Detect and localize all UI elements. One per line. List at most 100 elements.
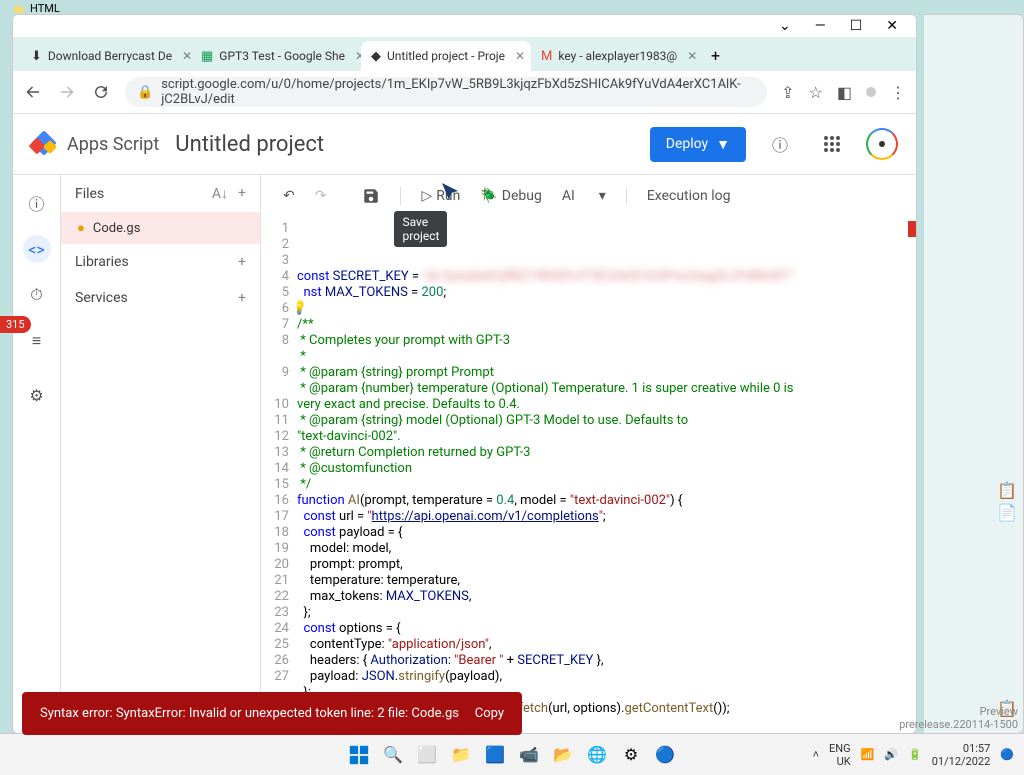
close-icon[interactable]: ✕ bbox=[687, 49, 697, 63]
volume-icon[interactable]: 🔊 bbox=[884, 748, 898, 761]
browser-actions: ⇪ ☆ ◧ ⋮ bbox=[781, 83, 906, 102]
menu-icon[interactable]: ⋮ bbox=[890, 83, 906, 102]
settings-icon[interactable]: ⚙ bbox=[23, 381, 51, 409]
url-input[interactable]: 🔒script.google.com/u/0/home/projects/1m_… bbox=[125, 77, 767, 107]
address-bar: 🔒script.google.com/u/0/home/projects/1m_… bbox=[13, 71, 916, 114]
profile-icon[interactable] bbox=[866, 87, 876, 97]
back-button[interactable] bbox=[23, 83, 43, 101]
tab-sheets[interactable]: ▦GPT3 Test - Google She✕ bbox=[191, 41, 361, 71]
chrome-icon[interactable]: 🔵 bbox=[651, 741, 679, 769]
reload-button[interactable] bbox=[91, 83, 111, 101]
apps-menu-icon[interactable] bbox=[814, 126, 850, 162]
bookmark-icon[interactable]: ☆ bbox=[809, 83, 823, 102]
close-icon[interactable]: ✕ bbox=[355, 49, 361, 63]
tab-strip: ⬇Download Berrycast De✕ ▦GPT3 Test - Goo… bbox=[13, 37, 916, 71]
steam-icon[interactable]: ⚙ bbox=[617, 741, 645, 769]
file-code-gs[interactable]: ● Code.gs bbox=[61, 212, 260, 244]
taskbar-right: ˄ ENGUK 📶 🔊 🔋 01:5701/12/2022 🔵 bbox=[813, 742, 1024, 768]
save-tooltip: Save project bbox=[394, 211, 447, 247]
app-header: Apps Script Untitled project Deploy▼ ⓘ bbox=[13, 114, 916, 174]
recorder-badge[interactable]: 315 bbox=[0, 316, 31, 333]
edge-icon[interactable]: 🌐 bbox=[583, 741, 611, 769]
window-maximize[interactable]: ☐ bbox=[850, 18, 863, 34]
file-status-icon: ● bbox=[77, 220, 85, 236]
caret-down-icon: ▼ bbox=[716, 136, 730, 153]
language-indicator[interactable]: ENGUK bbox=[829, 742, 851, 768]
project-title[interactable]: Untitled project bbox=[175, 132, 324, 157]
deploy-button[interactable]: Deploy▼ bbox=[650, 127, 746, 162]
download-icon: ⬇ bbox=[31, 48, 42, 64]
function-select[interactable]: AI▾ bbox=[554, 184, 614, 208]
sort-icon[interactable]: A↓ bbox=[212, 185, 228, 202]
undo-button[interactable]: ↶ bbox=[275, 184, 303, 208]
close-icon[interactable]: ✕ bbox=[182, 49, 191, 63]
overview-icon[interactable]: ⓘ bbox=[23, 189, 51, 217]
debug-button[interactable]: 🪲 Debug bbox=[472, 184, 550, 208]
camera-icon[interactable]: 📹 bbox=[515, 741, 543, 769]
new-tab-button[interactable]: + bbox=[701, 40, 730, 71]
account-avatar[interactable] bbox=[866, 128, 898, 160]
mini-icon: 📄 bbox=[997, 503, 1017, 522]
browser-window: ⌄ — ☐ ✕ ⬇Download Berrycast De✕ ▦GPT3 Te… bbox=[12, 14, 917, 734]
window-dropdown[interactable]: ⌄ bbox=[779, 18, 791, 34]
tab-berrycast[interactable]: ⬇Download Berrycast De✕ bbox=[21, 41, 191, 71]
extensions-icon[interactable]: ◧ bbox=[837, 83, 852, 102]
save-icon bbox=[362, 187, 380, 205]
clock[interactable]: 01:5701/12/2022 bbox=[932, 742, 991, 768]
wifi-icon[interactable]: 📶 bbox=[861, 748, 875, 761]
copy-error-button[interactable]: Copy bbox=[475, 706, 504, 721]
error-message: Syntax error: SyntaxError: Invalid or un… bbox=[40, 706, 459, 721]
editor-icon[interactable]: <> bbox=[23, 235, 51, 263]
task-view-button[interactable]: ⬜ bbox=[413, 741, 441, 769]
tray-chevron-icon[interactable]: ˄ bbox=[813, 748, 819, 761]
add-service-icon[interactable]: + bbox=[238, 290, 246, 306]
error-toast: Syntax error: SyntaxError: Invalid or un… bbox=[22, 692, 522, 735]
window-close[interactable]: ✕ bbox=[886, 18, 898, 34]
notification-icon[interactable]: 🔵 bbox=[1000, 748, 1014, 761]
taskbar-center: 🔍 ⬜ 📁 🟦 📹 📂 🌐 ⚙ 🔵 bbox=[345, 741, 679, 769]
add-file-icon[interactable]: + bbox=[238, 185, 246, 202]
cursor-pointer-icon bbox=[438, 179, 462, 203]
window-minimize[interactable]: — bbox=[815, 18, 826, 34]
line-gutter: 1234567891011121314151617181920212223242… bbox=[261, 217, 297, 733]
sheets-icon: ▦ bbox=[201, 48, 213, 64]
libraries-header: Libraries + bbox=[61, 244, 260, 280]
apps-script-logo[interactable]: Apps Script bbox=[31, 130, 159, 158]
script-icon: ◆ bbox=[371, 48, 381, 64]
help-icon[interactable]: ⓘ bbox=[762, 126, 798, 162]
folder-icon bbox=[12, 3, 26, 15]
battery-icon[interactable]: 🔋 bbox=[908, 748, 922, 761]
tab-gmail[interactable]: Mkey - alexplayer1983@✕ bbox=[531, 41, 701, 71]
background-window: 📋 📄 📋 bbox=[924, 14, 1024, 734]
code-area[interactable]: 1234567891011121314151617181920212223242… bbox=[261, 217, 916, 733]
files-header: Files A↓+ bbox=[61, 175, 260, 212]
search-button[interactable]: 🔍 bbox=[379, 741, 407, 769]
redo-button[interactable]: ↷ bbox=[307, 184, 335, 208]
logo-icon bbox=[31, 130, 59, 158]
taskbar: 🔍 ⬜ 📁 🟦 📹 📂 🌐 ⚙ 🔵 ˄ ENGUK 📶 🔊 🔋 01:5701/… bbox=[0, 733, 1024, 775]
code-editor: ↶ ↷ Save project ▷ Run 🪲 Debug AI▾ Execu… bbox=[261, 175, 916, 733]
code-source[interactable]: const SECRET_KEY = "sk-Sy6a8a0CjRBZ74R40… bbox=[297, 217, 916, 733]
triggers-icon[interactable]: ⏱ bbox=[23, 281, 51, 309]
files-sidebar: Files A↓+ ● Code.gs Libraries + Services… bbox=[61, 175, 261, 733]
services-header: Services + bbox=[61, 280, 260, 316]
gmail-icon: M bbox=[541, 48, 552, 64]
caret-down-icon: ▾ bbox=[599, 188, 606, 204]
prerelease-label: Previewprerelease.220114-1500 bbox=[893, 703, 1024, 733]
add-library-icon[interactable]: + bbox=[238, 254, 246, 270]
explorer-icon[interactable]: 📁 bbox=[447, 741, 475, 769]
close-icon[interactable]: ✕ bbox=[515, 49, 525, 63]
window-controls: ⌄ — ☐ ✕ bbox=[13, 15, 916, 37]
app-icon[interactable]: 🟦 bbox=[481, 741, 509, 769]
save-button[interactable]: Save project bbox=[354, 183, 388, 209]
mini-icon: 📋 bbox=[997, 481, 1017, 500]
lock-icon: 🔒 bbox=[137, 85, 153, 100]
forward-button[interactable] bbox=[57, 83, 77, 101]
explorer-icon[interactable]: 📂 bbox=[549, 741, 577, 769]
editor-toolbar: ↶ ↷ Save project ▷ Run 🪲 Debug AI▾ Execu… bbox=[261, 175, 916, 217]
share-icon[interactable]: ⇪ bbox=[781, 83, 794, 102]
tab-apps-script[interactable]: ◆Untitled project - Proje✕ bbox=[361, 41, 531, 71]
execution-log-button[interactable]: Execution log bbox=[639, 184, 739, 208]
start-button[interactable] bbox=[345, 741, 373, 769]
left-rail: ⓘ <> ⏱ ≡ ⚙ bbox=[13, 175, 61, 733]
